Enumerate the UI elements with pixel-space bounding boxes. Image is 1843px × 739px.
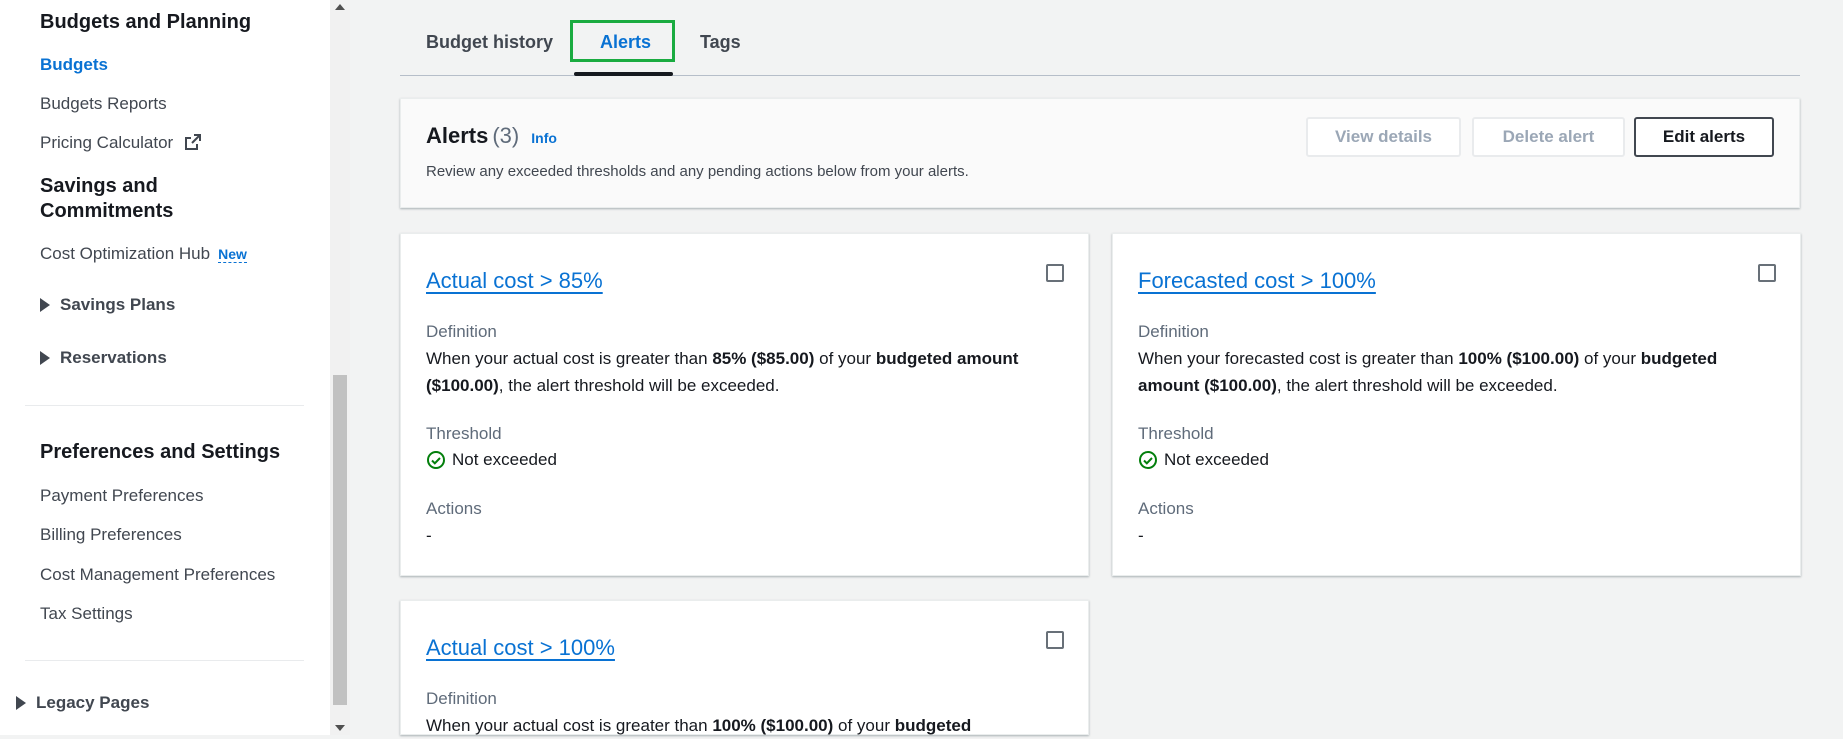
section-heading-savings-line1: Savings and [40, 175, 158, 197]
delete-alert-button[interactable]: Delete alert [1472, 117, 1625, 157]
caret-right-icon [40, 298, 50, 312]
caret-right-icon [40, 351, 50, 365]
definition-part: When your actual cost is greater than [426, 716, 713, 735]
active-tab-indicator [574, 72, 673, 76]
threshold-status-text: Not exceeded [1164, 450, 1269, 469]
sidebar-item-budgets-reports[interactable]: Budgets Reports [40, 93, 167, 115]
alert-title-link[interactable]: Forecasted cost > 100% [1138, 268, 1376, 294]
sidebar-item-payment-preferences[interactable]: Payment Preferences [40, 485, 203, 507]
alerts-title-text: Alerts [426, 123, 489, 148]
definition-text: When your forecasted cost is greater tha… [1138, 345, 1778, 399]
sidebar-item-billing-preferences[interactable]: Billing Preferences [40, 524, 182, 546]
definition-percent: 85% ($85.00) [712, 349, 815, 368]
threshold-label: Threshold [426, 424, 502, 443]
tab-tags[interactable]: Tags [700, 32, 741, 53]
sidebar-item-savings-plans[interactable]: Savings Plans [40, 295, 175, 315]
savings-plans-label: Savings Plans [60, 295, 176, 314]
pricing-calculator-label: Pricing Calculator [40, 133, 174, 152]
definition-part: When your actual cost is greater than [426, 349, 713, 368]
alert-select-checkbox[interactable] [1758, 264, 1776, 282]
definition-percent: 100% ($100.00) [712, 716, 834, 735]
threshold-status: Not exceeded [426, 450, 557, 470]
definition-label: Definition [426, 322, 497, 341]
sidebar-divider [25, 405, 304, 406]
tab-bar: Budget history Alerts Tags [400, 18, 1800, 76]
sidebar-item-legacy-pages[interactable]: Legacy Pages [16, 693, 149, 713]
sidebar-scrollbar[interactable] [330, 0, 350, 735]
alert-select-checkbox[interactable] [1046, 631, 1064, 649]
sidebar-navigation: Budgets and Planning Budgets Budgets Rep… [0, 0, 330, 735]
caret-right-icon [16, 696, 26, 710]
definition-text: When your actual cost is greater than 85… [426, 345, 1066, 399]
actions-value: - [426, 526, 432, 545]
alerts-header-container: Alerts (3) Info Review any exceeded thresh… [400, 98, 1800, 208]
info-link[interactable]: Info [531, 130, 557, 146]
sidebar-item-tax-settings[interactable]: Tax Settings [40, 603, 133, 625]
reservations-label: Reservations [60, 348, 167, 367]
definition-budget: budgeted [894, 716, 972, 735]
threshold-label: Threshold [1138, 424, 1214, 443]
alert-card: Forecasted cost > 100% Definition When y… [1112, 233, 1801, 576]
alerts-description: Review any exceeded thresholds and any p… [426, 163, 969, 180]
scrollbar-thumb[interactable] [333, 375, 347, 705]
threshold-status: Not exceeded [1138, 450, 1269, 470]
alerts-title: Alerts (3) Info [426, 123, 557, 149]
check-circle-icon [1139, 451, 1157, 469]
tab-alerts[interactable]: Alerts [600, 32, 651, 53]
definition-percent: 100% ($100.00) [1458, 349, 1580, 368]
legacy-pages-label: Legacy Pages [36, 693, 150, 712]
view-details-button[interactable]: View details [1306, 117, 1461, 157]
definition-label: Definition [426, 689, 497, 708]
sidebar-item-cost-management-preferences[interactable]: Cost Management Preferences [40, 564, 275, 586]
definition-part: , the alert threshold will be exceeded. [1276, 376, 1558, 395]
tab-budget-history[interactable]: Budget history [426, 32, 553, 53]
definition-part: , the alert threshold will be exceeded. [498, 376, 780, 395]
section-heading-budgets-planning: Budgets and Planning [40, 11, 252, 33]
new-badge: New [218, 246, 247, 263]
actions-value: - [1138, 526, 1144, 545]
alert-title-link[interactable]: Actual cost > 100% [426, 635, 615, 661]
scroll-down-arrow-icon[interactable] [335, 725, 345, 731]
definition-part: of your [833, 716, 895, 735]
alert-select-checkbox[interactable] [1046, 264, 1064, 282]
check-circle-icon [427, 451, 445, 469]
threshold-status-text: Not exceeded [452, 450, 557, 469]
sidebar-item-pricing-calculator[interactable]: Pricing Calculator [40, 132, 202, 154]
external-link-icon [184, 134, 201, 150]
sidebar-item-budgets[interactable]: Budgets [40, 54, 108, 76]
actions-label: Actions [1138, 499, 1194, 518]
section-heading-preferences: Preferences and Settings [40, 441, 281, 463]
scroll-up-arrow-icon[interactable] [335, 4, 345, 10]
alert-card: Actual cost > 85% Definition When your a… [400, 233, 1089, 576]
definition-label: Definition [1138, 322, 1209, 341]
definition-part: of your [814, 349, 876, 368]
actions-label: Actions [426, 499, 482, 518]
definition-part: of your [1579, 349, 1641, 368]
alert-card: Actual cost > 100% Definition When your … [400, 600, 1089, 735]
alerts-count: (3) [492, 123, 520, 148]
sidebar-divider [25, 660, 304, 661]
sidebar-item-cost-optimization-hub[interactable]: Cost Optimization Hub New [40, 243, 247, 265]
section-heading-savings-line2: Commitments [40, 200, 174, 222]
edit-alerts-button[interactable]: Edit alerts [1634, 117, 1774, 157]
alert-title-link[interactable]: Actual cost > 85% [426, 268, 603, 294]
sidebar-item-reservations[interactable]: Reservations [40, 348, 167, 368]
definition-part: When your forecasted cost is greater tha… [1138, 349, 1459, 368]
cost-optimization-hub-label: Cost Optimization Hub [40, 244, 211, 263]
